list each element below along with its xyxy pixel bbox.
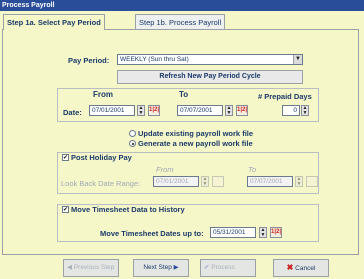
down-arrow-icon[interactable]: ▼ [302,110,308,116]
down-arrow-icon[interactable]: ▼ [138,110,144,116]
holiday-from-input[interactable]: 07/01/2001 [153,176,199,187]
tab-process-payroll[interactable]: Step 1b. Process Payroll [135,14,226,29]
look-back-range-label: Look Back Date Range: [61,179,141,188]
holiday-to-stepper[interactable]: ▲ ▼ [295,176,303,187]
window-title: Process Payroll [0,0,364,11]
from-date-heading: From [93,90,113,99]
move-timesheet-checkbox[interactable]: ✔ [62,206,69,213]
tab-select-pay-period[interactable]: Step 1a. Select Pay Period [3,14,105,30]
to-date-input[interactable]: 07/07/2001 [177,105,223,116]
post-holiday-label[interactable]: Post Holiday Pay [71,153,132,162]
pay-period-selected-value: WEEKLY (Sun thru Sat) [120,56,189,63]
to-date-calendar-icon[interactable]: 1|2| [236,105,248,116]
move-dates-stepper[interactable]: ▲ ▼ [259,227,267,238]
arrow-left-icon: ◀ [67,264,72,271]
down-arrow-icon[interactable]: ▼ [260,232,266,238]
chevron-down-icon[interactable]: ▼ [293,55,302,64]
from-date-calendar-icon[interactable]: 1|2| [148,105,160,116]
prepaid-days-label: # Prepaid Days [258,92,312,101]
generate-file-radio[interactable] [129,140,136,147]
date-label: Date: [63,108,82,117]
next-step-button[interactable]: Next Step ▶ [133,259,189,277]
down-arrow-icon[interactable]: ▼ [296,181,302,187]
process-button[interactable]: ✔ Process [200,259,256,277]
arrow-right-icon: ▶ [173,264,179,271]
cancel-button[interactable]: ✖ Cancel [273,259,329,277]
post-holiday-checkbox[interactable]: ✔ [62,154,69,161]
holiday-to-calendar-icon[interactable]: 07/07/2001 [306,176,318,187]
from-date-input[interactable]: 07/01/2001 [89,105,135,116]
move-dates-calendar-icon[interactable]: 1|2| [270,227,282,238]
prepaid-days-input[interactable]: 0 [282,105,300,116]
down-arrow-icon[interactable]: ▼ [226,110,232,116]
tab-panel: Pay Period: WEEKLY (Sun thru Sat) ▼ Refr… [2,29,359,255]
previous-step-label: Previous Step [73,264,115,271]
move-timesheet-label[interactable]: Move Timesheet Data to History [71,205,185,214]
update-file-label[interactable]: Update existing payroll work file [138,129,253,138]
from-date-stepper[interactable]: ▲ ▼ [137,105,145,116]
previous-step-button[interactable]: ◀ Previous Step [63,259,119,277]
next-step-label: Next Step [143,264,172,271]
pay-period-label: Pay Period: [68,56,110,65]
holiday-to-heading: To [248,165,257,174]
move-dates-input[interactable]: 05/31/2001 [210,227,256,238]
down-arrow-icon[interactable]: ▼ [202,181,208,187]
generate-file-label[interactable]: Generate a new payroll work file [138,139,253,148]
holiday-from-stepper[interactable]: ▲ ▼ [201,176,209,187]
update-file-radio[interactable] [129,130,136,137]
holiday-from-heading: From [156,165,174,174]
prepaid-days-stepper[interactable]: ▲ ▼ [301,105,309,116]
cancel-label: Cancel [295,265,316,272]
pay-period-select[interactable]: WEEKLY (Sun thru Sat) ▼ [117,54,303,65]
process-payroll-window: Process Payroll Step 1a. Select Pay Peri… [0,0,364,279]
to-date-stepper[interactable]: ▲ ▼ [225,105,233,116]
checkmark-icon: ✔ [204,264,210,271]
refresh-pay-period-button[interactable]: Refresh New Pay Period Cycle [117,70,303,84]
move-dates-label: Move Timesheet Dates up to: [100,229,204,238]
holiday-to-input[interactable]: 07/07/2001 [247,176,293,187]
holiday-from-calendar-icon[interactable]: 07/01/2001 [212,176,224,187]
to-date-heading: To [179,90,189,99]
close-icon: ✖ [286,263,294,272]
process-label: Process [211,264,235,271]
